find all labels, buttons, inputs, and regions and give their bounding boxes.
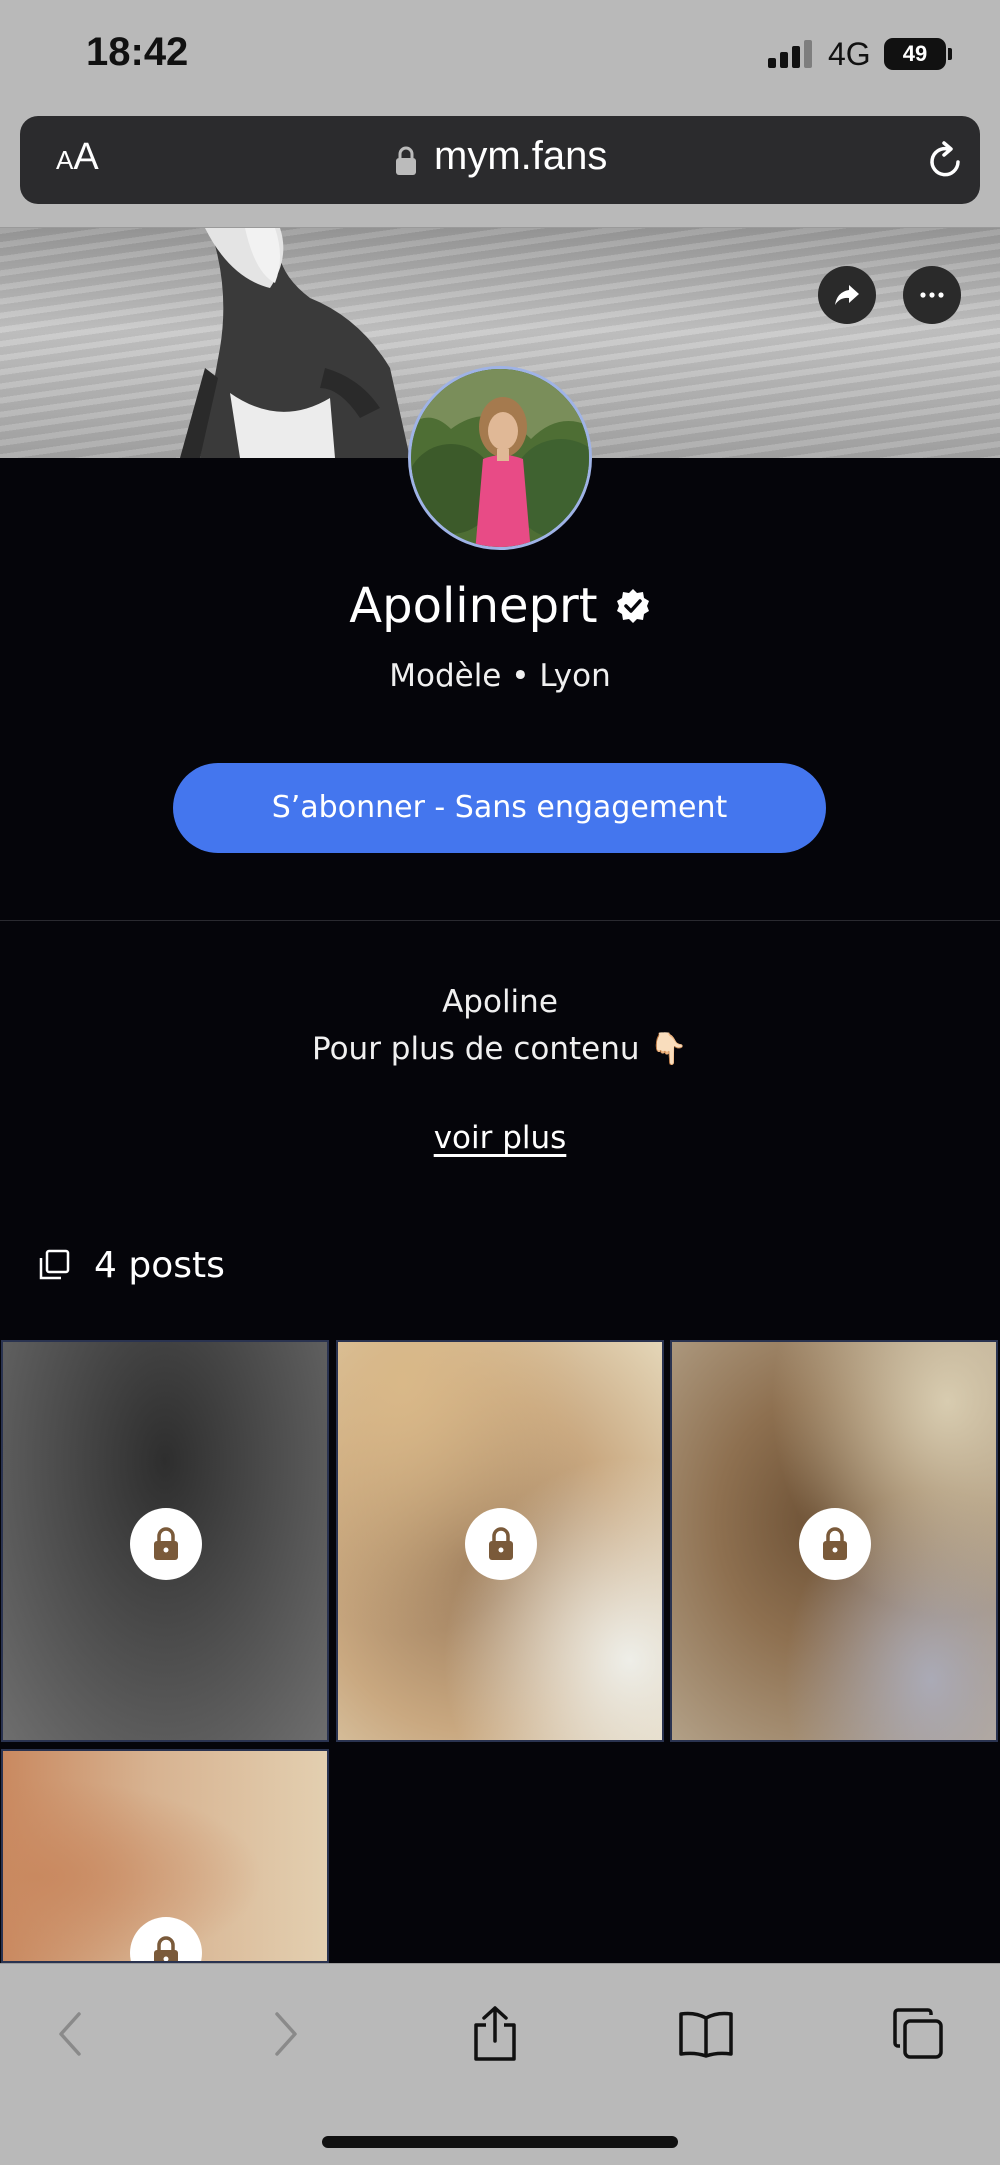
lock-icon bbox=[154, 1527, 178, 1560]
divider bbox=[0, 920, 1000, 921]
tabs-button[interactable] bbox=[888, 2004, 948, 2064]
post-tile[interactable] bbox=[1, 1749, 329, 1963]
post-tile[interactable] bbox=[670, 1340, 998, 1742]
lock-badge bbox=[465, 1508, 537, 1580]
lock-icon bbox=[823, 1527, 847, 1560]
profile-name: Apolineprt bbox=[349, 578, 598, 634]
chevron-left-icon bbox=[59, 2012, 81, 2056]
network-type: 4G bbox=[828, 36, 871, 72]
lock-icon bbox=[154, 1936, 178, 1961]
posts-header: 4 posts bbox=[38, 1240, 225, 1290]
address-bar[interactable]: AA mym.fans bbox=[20, 116, 980, 204]
lock-badge bbox=[130, 1508, 202, 1580]
reload-icon[interactable] bbox=[924, 140, 966, 182]
share-button[interactable] bbox=[818, 266, 876, 324]
see-more-link[interactable]: voir plus bbox=[0, 1120, 1000, 1156]
post-tile[interactable] bbox=[1, 1340, 329, 1742]
more-options-button[interactable] bbox=[903, 266, 961, 324]
ellipsis-icon bbox=[920, 292, 944, 298]
tabs-icon bbox=[893, 2008, 943, 2059]
lock-icon bbox=[489, 1527, 513, 1560]
avatar-image bbox=[411, 369, 589, 547]
battery-tip bbox=[948, 48, 952, 60]
back-button[interactable] bbox=[40, 2004, 100, 2064]
book-icon bbox=[679, 2011, 733, 2058]
status-time: 18:42 bbox=[86, 30, 189, 74]
share-page-button[interactable] bbox=[465, 2004, 525, 2064]
profile-subtitle: Modèle • Lyon bbox=[389, 658, 611, 694]
verified-badge-icon bbox=[616, 589, 649, 623]
lock-badge bbox=[130, 1917, 202, 1961]
signal-icon bbox=[768, 38, 816, 68]
chevron-right-icon bbox=[275, 2012, 297, 2056]
post-tile[interactable] bbox=[336, 1340, 664, 1742]
bio-line-2: Pour plus de contenu 👇🏻 bbox=[312, 1031, 688, 1067]
lock-icon bbox=[396, 146, 416, 175]
stacked-squares-icon bbox=[39, 1249, 70, 1280]
avatar[interactable] bbox=[408, 366, 592, 550]
bio-line-1: Apoline bbox=[442, 984, 558, 1020]
browser-toolbar bbox=[0, 1963, 1000, 2165]
posts-count: 4 posts bbox=[94, 1244, 225, 1286]
share-arrow-icon bbox=[835, 285, 859, 305]
cover-figure bbox=[180, 228, 410, 458]
url-text[interactable]: mym.fans bbox=[434, 134, 607, 179]
home-indicator[interactable] bbox=[322, 2136, 678, 2148]
profile-name-row: Apolineprt bbox=[0, 578, 1000, 634]
text-size-button[interactable]: AA bbox=[56, 136, 99, 179]
bookmarks-button[interactable] bbox=[676, 2004, 736, 2064]
battery-icon: 49 bbox=[884, 38, 946, 70]
forward-button[interactable] bbox=[256, 2004, 316, 2064]
subscribe-button[interactable]: S’abonner - Sans engagement bbox=[173, 763, 826, 853]
lock-badge bbox=[799, 1508, 871, 1580]
browser-top-bar: AA mym.fans bbox=[0, 110, 1000, 228]
status-bar: 18:42 4G 49 bbox=[0, 0, 1000, 110]
share-icon bbox=[474, 2006, 516, 2061]
